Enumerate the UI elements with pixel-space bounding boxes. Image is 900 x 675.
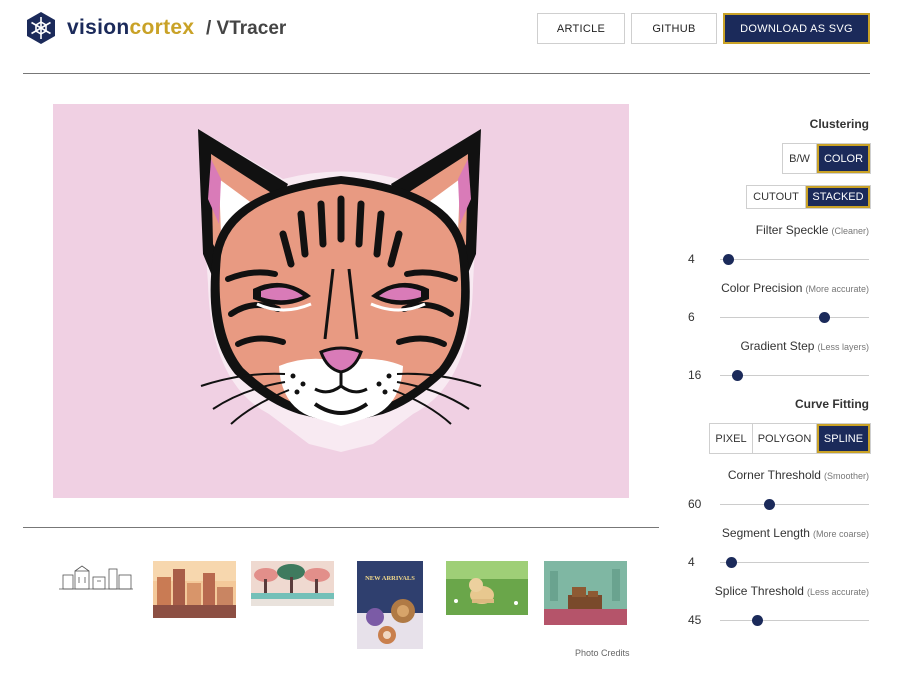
color-precision-title: Color Precision bbox=[721, 281, 803, 295]
splice-threshold-title: Splice Threshold bbox=[714, 584, 804, 598]
segment-length-value: 4 bbox=[688, 555, 695, 569]
corner-threshold-hint: (Smoother) bbox=[823, 471, 869, 481]
pixel-option[interactable]: PIXEL bbox=[710, 424, 753, 453]
filter-speckle-title: Filter Speckle bbox=[755, 223, 829, 237]
color-precision-value: 6 bbox=[688, 310, 695, 324]
curve-fitting-toggle: PIXEL POLYGON SPLINE bbox=[709, 423, 871, 454]
segment-length-label: Segment Length (More coarse) bbox=[722, 526, 869, 540]
brand-prefix: vision bbox=[67, 16, 130, 39]
filter-speckle-value: 4 bbox=[688, 252, 695, 266]
download-svg-button[interactable]: DOWNLOAD AS SVG bbox=[723, 13, 870, 44]
city-skyline-image bbox=[153, 561, 236, 618]
splice-threshold-label: Splice Threshold (Less accurate) bbox=[715, 584, 869, 598]
segment-length-hint: (More coarse) bbox=[812, 529, 869, 539]
dog-on-grass-thumbnail[interactable] bbox=[446, 561, 528, 615]
bw-option[interactable]: B/W bbox=[783, 144, 817, 173]
github-button[interactable]: GITHUB bbox=[631, 13, 717, 44]
filter-speckle-hint: (Cleaner) bbox=[831, 226, 869, 236]
color-option[interactable]: COLOR bbox=[817, 144, 870, 173]
pixel-art-thumbnail[interactable] bbox=[544, 561, 627, 625]
photo-credits-link[interactable]: Photo Credits bbox=[575, 648, 630, 658]
lynx-face-illustration bbox=[198, 129, 482, 452]
color-precision-slider[interactable] bbox=[720, 312, 869, 323]
gradient-step-label: Gradient Step (Less layers) bbox=[740, 339, 869, 353]
segment-length-slider[interactable] bbox=[720, 557, 869, 568]
gradient-step-value: 16 bbox=[688, 368, 702, 382]
cutout-option[interactable]: CUTOUT bbox=[747, 186, 806, 208]
filter-speckle-slider[interactable] bbox=[720, 254, 869, 265]
article-button[interactable]: ARTICLE bbox=[537, 13, 625, 44]
trees-landscape-image bbox=[251, 561, 334, 606]
corner-threshold-label: Corner Threshold (Smoother) bbox=[728, 468, 869, 482]
splice-threshold-slider[interactable] bbox=[720, 615, 869, 626]
corner-threshold-handle[interactable] bbox=[763, 499, 775, 510]
gradient-step-handle[interactable] bbox=[732, 370, 744, 381]
filter-speckle-handle[interactable] bbox=[723, 254, 735, 265]
brand-accent: cortex bbox=[129, 16, 195, 39]
header: visioncortex / VTracer ARTICLE GITHUB DO… bbox=[0, 0, 900, 60]
gallery-divider bbox=[23, 527, 659, 528]
clustering-mode-toggle: B/W COLOR bbox=[782, 143, 871, 174]
corner-threshold-slider[interactable] bbox=[720, 499, 869, 510]
segment-length-title: Segment Length bbox=[721, 526, 810, 540]
color-precision-hint: (More accurate) bbox=[805, 284, 869, 294]
splice-threshold-handle[interactable] bbox=[751, 615, 763, 626]
color-precision-label: Color Precision (More accurate) bbox=[721, 281, 869, 295]
curve-fitting-heading: Curve Fitting bbox=[795, 397, 869, 411]
line-drawing-image bbox=[57, 563, 135, 592]
spline-option[interactable]: SPLINE bbox=[817, 424, 870, 453]
dog-on-grass-image bbox=[446, 561, 528, 615]
clustering-heading: Clustering bbox=[809, 117, 869, 131]
splice-threshold-hint: (Less accurate) bbox=[806, 587, 869, 597]
new-arrivals-poster-thumbnail[interactable]: NEW ARRIVALS bbox=[357, 561, 423, 649]
poster-heading: NEW ARRIVALS bbox=[365, 575, 415, 582]
polygon-option[interactable]: POLYGON bbox=[753, 424, 817, 453]
gradient-step-title: Gradient Step bbox=[740, 339, 815, 353]
brand-name[interactable]: visioncortex bbox=[67, 16, 194, 40]
stacked-option[interactable]: STACKED bbox=[806, 186, 870, 208]
layering-mode-toggle: CUTOUT STACKED bbox=[746, 185, 871, 209]
visioncortex-logo-icon bbox=[27, 12, 55, 44]
pixel-art-image bbox=[544, 561, 627, 625]
product-title: / VTracer bbox=[206, 18, 287, 39]
trees-landscape-thumbnail[interactable] bbox=[251, 561, 334, 606]
filter-speckle-label: Filter Speckle (Cleaner) bbox=[756, 223, 869, 237]
color-precision-handle[interactable] bbox=[818, 312, 830, 323]
segment-length-handle[interactable] bbox=[726, 557, 738, 568]
gradient-step-slider[interactable] bbox=[720, 370, 869, 381]
preview-canvas[interactable] bbox=[53, 104, 629, 498]
city-skyline-thumbnail[interactable] bbox=[153, 561, 236, 618]
corner-threshold-value: 60 bbox=[688, 497, 702, 511]
line-drawing-thumbnail[interactable] bbox=[57, 563, 135, 592]
gradient-step-hint: (Less layers) bbox=[817, 342, 869, 352]
splice-threshold-value: 45 bbox=[688, 613, 702, 627]
header-divider bbox=[23, 73, 870, 74]
corner-threshold-title: Corner Threshold bbox=[727, 468, 821, 482]
